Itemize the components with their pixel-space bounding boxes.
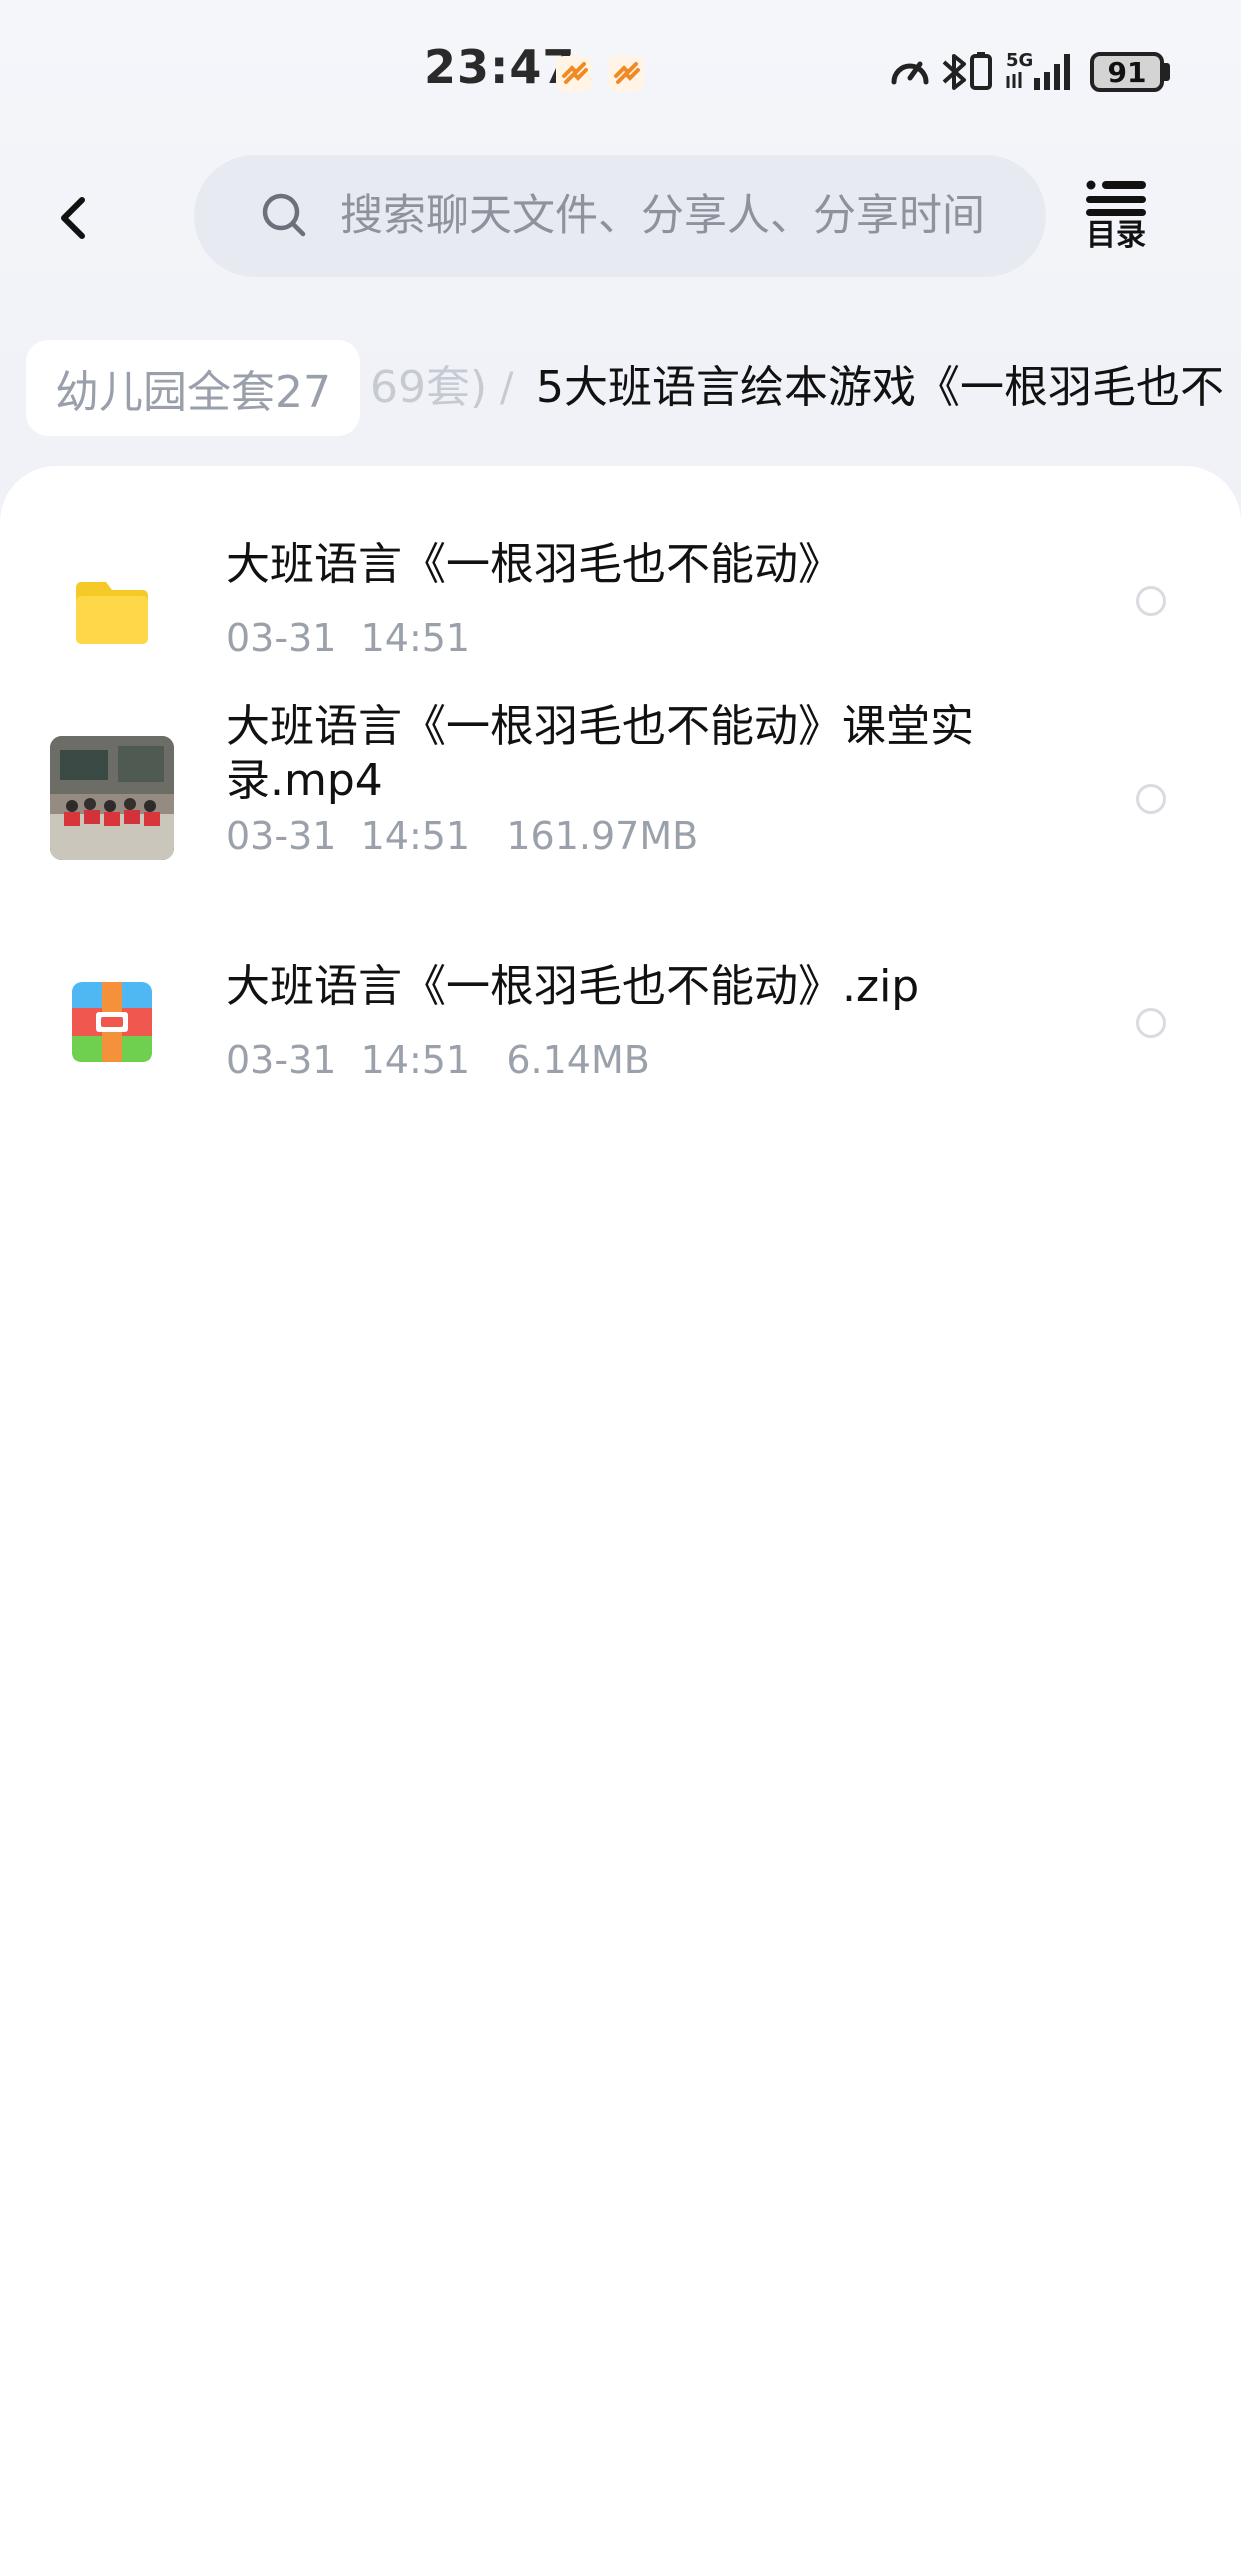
toc-label: 目录 (1086, 218, 1146, 253)
file-meta: 03-31 14:51 6.14MB (226, 1038, 650, 1082)
battery-indicator: 91 (1090, 52, 1164, 92)
file-meta: 03-31 14:51 161.97MB (226, 814, 698, 858)
vibrate-battery-icon (970, 52, 992, 90)
search-icon (262, 193, 306, 237)
file-size: 6.14MB (506, 1038, 650, 1082)
zip-icon (72, 982, 152, 1062)
back-button[interactable] (44, 184, 104, 252)
list-item-video[interactable]: 大班语言《一根羽毛也不能动》课堂实录.mp4 03-31 14:51 161.9… (0, 700, 1241, 910)
file-time: 14:51 (360, 814, 471, 858)
video-thumbnail-image (50, 736, 174, 860)
list-item-zip[interactable]: 大班语言《一根羽毛也不能动》.zip 03-31 14:51 6.14MB (0, 960, 1241, 1130)
file-name: 大班语言《一根羽毛也不能动》.zip (226, 961, 920, 1012)
video-thumbnail (50, 736, 174, 860)
notification-app-icon (608, 56, 644, 92)
file-name: 大班语言《一根羽毛也不能动》 (226, 539, 842, 590)
chevron-left-icon (61, 197, 85, 239)
select-radio[interactable] (1136, 586, 1166, 616)
battery-tip (1164, 63, 1170, 81)
toc-button[interactable]: 目录 (1080, 180, 1152, 254)
file-date: 03-31 (226, 1038, 337, 1082)
file-time: 14:51 (360, 1038, 471, 1082)
breadcrumb-separator: / (500, 365, 514, 411)
breadcrumb-parent[interactable]: 69套) (370, 340, 487, 436)
select-radio[interactable] (1136, 784, 1166, 814)
breadcrumb-current: 5大班语言绘本游戏《一根羽毛也不 (536, 362, 1224, 413)
status-time: 23:47 (424, 40, 576, 94)
signal-5g-icon: 5G (1006, 50, 1070, 90)
file-date: 03-31 (226, 814, 337, 858)
network-type-label: 5G (1006, 50, 1033, 71)
breadcrumb: 幼儿园全套27 69套) / 5大班语言绘本游戏《一根羽毛也不 (0, 340, 1241, 436)
search-input[interactable] (340, 155, 1030, 277)
file-size: 161.97MB (506, 814, 699, 858)
file-name: 大班语言《一根羽毛也不能动》课堂实录.mp4 (226, 701, 974, 806)
file-list: 大班语言《一根羽毛也不能动》 03-31 14:51 大班语言《一根羽毛也不能动… (0, 466, 1241, 2560)
list-item-folder[interactable]: 大班语言《一根羽毛也不能动》 03-31 14:51 (0, 500, 1241, 670)
file-date: 03-31 (226, 616, 337, 660)
battery-level: 91 (1107, 55, 1147, 89)
list-icon (1086, 180, 1146, 216)
folder-icon (76, 582, 148, 644)
select-radio[interactable] (1136, 1008, 1166, 1038)
status-bar: 23:47 5G 91 (0, 0, 1241, 140)
breadcrumb-root[interactable]: 幼儿园全套27 (26, 340, 360, 436)
file-meta: 03-31 14:51 (226, 616, 470, 660)
notification-app-icon (556, 56, 592, 92)
search-bar[interactable] (194, 155, 1046, 277)
file-time: 14:51 (360, 616, 471, 660)
speed-meter-icon (891, 61, 929, 85)
